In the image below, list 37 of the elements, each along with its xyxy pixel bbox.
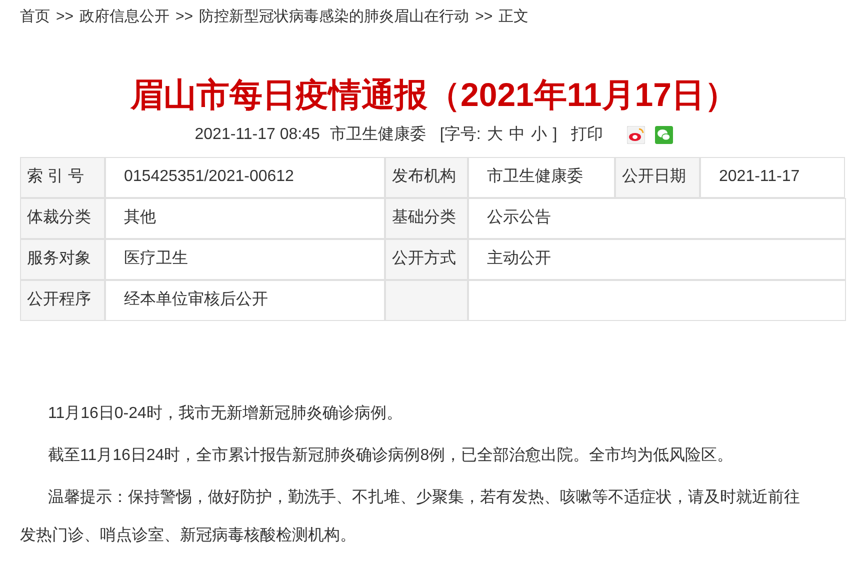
publish-datetime: 2021-11-17 08:45 <box>194 124 320 144</box>
article-paragraph: 温馨提示：保持警惕，做好防护，勤洗手、不扎堆、少聚集，若有发热、咳嗽等不适症状，请及时就近前往发热门诊、哨点诊室、新冠病毒核酸检测机构。 <box>20 488 801 546</box>
font-size-link[interactable]: 小 <box>530 122 547 146</box>
breadcrumb-link[interactable]: 防控新型冠状病毒感染的肺炎眉山在行动 <box>199 6 470 28</box>
table-cell: 015425351/2021-00612 <box>105 156 385 198</box>
table-header-cell: 体裁分类 <box>20 198 105 238</box>
table-cell: 主动公开 <box>468 238 846 280</box>
print-link[interactable]: 打印 <box>571 122 604 146</box>
table-header-cell: 公开日期 <box>615 156 700 198</box>
table-cell: 2021-11-17 <box>700 156 845 198</box>
breadcrumb-link[interactable]: 首页 <box>20 6 50 28</box>
table-header-cell: 发布机构 <box>385 156 468 198</box>
font-size-bracket: ] <box>552 124 558 144</box>
weibo-share-icon[interactable] <box>627 126 646 144</box>
table-header-cell: 公开方式 <box>385 238 468 280</box>
table-header-cell: 基础分类 <box>385 198 468 238</box>
article-paragraph: 11月16日0-24时，我市无新增新冠肺炎确诊病例。 <box>47 404 404 424</box>
breadcrumb-separator: >> <box>176 7 194 27</box>
table-cell: 市卫生健康委 <box>468 156 615 198</box>
table-header-cell: 公开程序 <box>20 280 105 320</box>
article-paragraph: 截至11月16日24时，全市累计报告新冠肺炎确诊病例8例，已全部治愈出院。全市均为低风险区。 <box>47 446 734 466</box>
breadcrumb-link[interactable]: 政府信息公开 <box>80 6 170 28</box>
article-title: 眉山市每日疫情通报（2021年11月17日） <box>129 74 738 114</box>
table-header-cell: 索 引 号 <box>20 156 105 198</box>
table-cell: 公示公告 <box>468 198 846 238</box>
table-cell: 经本单位审核后公开 <box>105 280 385 320</box>
wechat-share-icon[interactable] <box>655 126 674 144</box>
font-size-link[interactable]: 中 <box>508 122 525 146</box>
font-size-label: [字号: <box>440 124 481 144</box>
breadcrumb-separator: >> <box>475 7 493 27</box>
table-cell: 其他 <box>105 198 385 238</box>
publish-source: 市卫生健康委 <box>330 124 426 144</box>
font-size-link[interactable]: 大 <box>486 122 503 146</box>
breadcrumb-link[interactable]: 正文 <box>498 6 529 28</box>
table-header-cell: 服务对象 <box>20 238 105 280</box>
breadcrumb-separator: >> <box>56 7 74 27</box>
table-cell: 医疗卫生 <box>105 238 385 280</box>
